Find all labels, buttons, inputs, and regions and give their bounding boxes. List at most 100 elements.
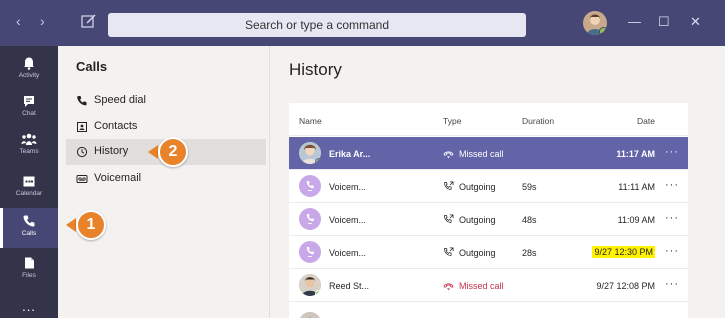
more-icon: ...	[22, 299, 36, 314]
presence-available-icon	[315, 158, 321, 164]
row-duration: 48s	[522, 215, 537, 225]
more-options-button[interactable]: ···	[665, 146, 679, 158]
voicemail-icon	[306, 247, 314, 257]
rail-item-label: Chat	[22, 110, 36, 117]
table-header: Name Type Duration Date	[289, 103, 688, 136]
rail-item-label: Files	[22, 272, 36, 279]
callout-badge-1: 1	[76, 210, 106, 240]
back-arrow-icon[interactable]: ‹	[16, 13, 21, 29]
voicemail-icon	[76, 175, 88, 183]
calls-item-voicemail[interactable]: Voicemail	[66, 166, 266, 192]
voicemail-avatar	[299, 241, 321, 263]
chat-icon	[24, 96, 34, 107]
row-type: Outgoing	[459, 248, 496, 258]
table-row[interactable]: Reed St... Missed call 9/27 12:08 PM ···	[289, 269, 688, 302]
calls-item-contacts[interactable]: Contacts	[66, 114, 266, 140]
row-name: Reed St...	[329, 281, 370, 291]
calls-item-label: Contacts	[94, 120, 138, 132]
voicemail-icon	[306, 214, 314, 224]
rail-item-label: Teams	[19, 148, 39, 155]
column-header-name[interactable]: Name	[299, 116, 322, 126]
calls-item-speed-dial[interactable]: Speed dial	[66, 88, 266, 114]
row-date: 9/27 12:08 PM	[596, 281, 655, 291]
missed-call-icon	[443, 151, 454, 159]
calls-item-label: History	[94, 145, 129, 157]
row-type: Outgoing	[459, 182, 496, 192]
row-name: Voicem...	[329, 182, 367, 192]
voicemail-icon	[306, 181, 314, 191]
row-date: 11:09 AM	[617, 215, 655, 225]
row-duration: 28s	[522, 248, 537, 258]
avatar[interactable]	[583, 11, 607, 35]
presence-available-icon	[315, 290, 321, 296]
forward-arrow-icon[interactable]: ›	[40, 13, 45, 29]
table-row[interactable]: Voicem... Outgoing 48s 11:09 AM ···	[289, 203, 688, 236]
rail-item-calls[interactable]: Calls	[0, 208, 58, 248]
more-apps-button[interactable]: ...	[0, 298, 58, 318]
rail-item-chat[interactable]: Chat	[0, 88, 58, 128]
column-header-type[interactable]: Type	[443, 116, 461, 126]
user-photo-icon	[299, 312, 321, 318]
contacts-icon	[77, 122, 87, 132]
minimize-button[interactable]: —	[628, 14, 641, 29]
row-type: Outgoing	[459, 215, 496, 225]
rail-item-teams[interactable]: Teams	[0, 126, 58, 166]
row-date: 11:11 AM	[618, 182, 655, 192]
main-content: History Name Type Duration Date Erika Ar…	[270, 46, 725, 318]
more-options-button[interactable]: ···	[665, 278, 679, 290]
row-name: Voicem...	[329, 248, 367, 258]
bell-icon	[24, 57, 34, 70]
more-options-button[interactable]: ···	[665, 245, 679, 257]
outgoing-call-icon	[444, 247, 454, 256]
row-type: Missed call	[459, 149, 504, 159]
row-duration: 59s	[522, 182, 537, 192]
page-title: History	[289, 60, 342, 79]
more-options-button[interactable]: ···	[665, 212, 679, 224]
avatar	[299, 274, 321, 296]
rail-item-files[interactable]: Files	[0, 250, 58, 290]
clock-icon	[76, 146, 88, 158]
calls-item-label: Speed dial	[94, 94, 146, 106]
table-row[interactable]	[289, 302, 688, 318]
avatar	[299, 142, 321, 164]
more-options-button[interactable]: ···	[665, 179, 679, 191]
rail-item-label: Calls	[21, 230, 37, 237]
column-header-duration[interactable]: Duration	[522, 116, 554, 126]
file-icon	[25, 257, 34, 269]
row-date: 11:17 AM	[616, 149, 655, 159]
row-name: Erika Ar...	[329, 149, 371, 159]
calendar-icon	[23, 176, 35, 187]
missed-call-icon	[443, 283, 454, 291]
callout-arrow	[148, 145, 158, 159]
app-rail: Activity Chat Teams Calendar Calls Files…	[0, 46, 58, 318]
outgoing-call-icon	[444, 214, 454, 223]
history-table: Name Type Duration Date Erika Ar... Miss…	[289, 103, 688, 318]
maximize-button[interactable]: ☐	[658, 14, 670, 30]
title-bar: ‹ › Search or type a command — ☐ ✕	[0, 0, 725, 46]
table-row[interactable]: Voicem... Outgoing 28s 9/27 12:30 PM ···	[289, 236, 688, 269]
voicemail-avatar	[299, 175, 321, 197]
column-header-date[interactable]: Date	[637, 116, 655, 126]
voicemail-avatar	[299, 208, 321, 230]
search-input[interactable]: Search or type a command	[108, 13, 526, 37]
rail-item-label: Calendar	[15, 190, 43, 197]
close-button[interactable]: ✕	[690, 14, 701, 30]
calls-item-label: Voicemail	[94, 172, 142, 184]
avatar	[299, 312, 321, 318]
phone-icon	[23, 215, 35, 227]
rail-item-activity[interactable]: Activity	[0, 50, 58, 90]
row-type: Missed call	[459, 281, 504, 291]
rail-item-calendar[interactable]: Calendar	[0, 168, 58, 208]
table-row[interactable]: Voicem... Outgoing 59s 11:11 AM ···	[289, 170, 688, 203]
compose-icon[interactable]	[80, 12, 98, 30]
callout-badge-2: 2	[158, 137, 188, 167]
presence-available-icon	[599, 27, 607, 35]
calls-pane-title: Calls	[76, 59, 108, 74]
table-row[interactable]: Erika Ar... Missed call 11:17 AM ···	[289, 137, 688, 170]
row-name: Voicem...	[329, 215, 367, 225]
rail-item-label: Activity	[18, 72, 40, 79]
callout-arrow	[66, 218, 76, 232]
calls-pane: Calls Speed dial Contacts History Voicem…	[58, 46, 270, 318]
teams-icon	[21, 133, 37, 145]
outgoing-call-icon	[444, 181, 454, 190]
